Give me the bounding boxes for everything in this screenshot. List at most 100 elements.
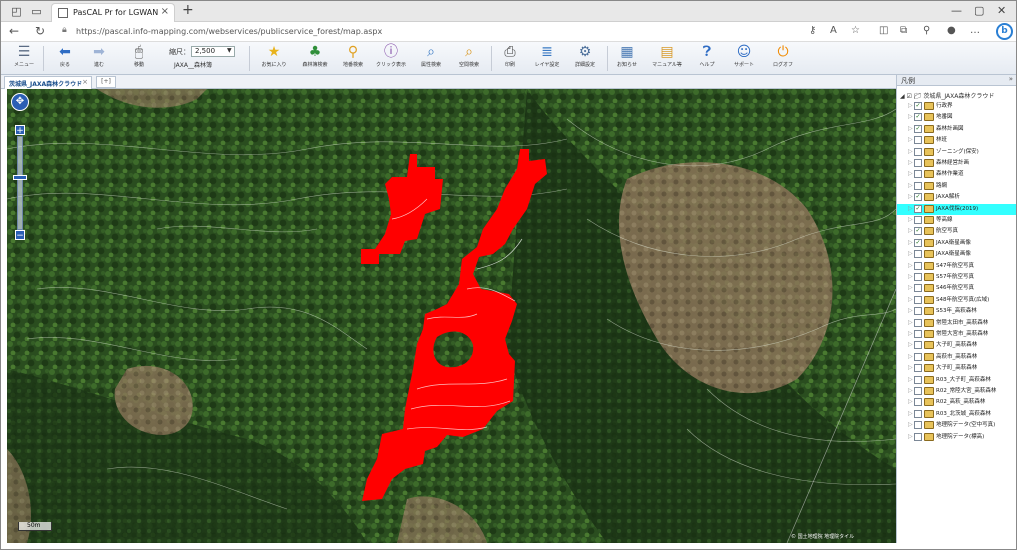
- favorite-star-icon[interactable]: ☆: [851, 25, 860, 36]
- layer-checkbox[interactable]: ✓: [914, 204, 922, 213]
- detail-settings-button[interactable]: ⚙ 詳細設定: [569, 43, 601, 74]
- expand-icon[interactable]: ▷: [908, 262, 913, 270]
- move-button[interactable]: 🖱︎ 移動: [125, 43, 153, 74]
- expand-icon[interactable]: ▷: [908, 125, 913, 133]
- split-screen-icon[interactable]: ◫: [879, 25, 888, 36]
- read-aloud-icon[interactable]: A: [830, 25, 837, 36]
- bing-icon[interactable]: b: [996, 23, 1013, 40]
- spatial-search-button[interactable]: ⌕ 空間検索: [453, 43, 485, 74]
- extensions-icon[interactable]: ⚲: [923, 25, 930, 36]
- legend-layer-item[interactable]: ▷ S53年_高萩森林: [897, 306, 1016, 317]
- layer-checkbox[interactable]: [914, 318, 922, 327]
- legend-layer-item[interactable]: ▷ 常陸大宮市_高萩森林: [897, 329, 1016, 340]
- expand-icon[interactable]: ▷: [908, 239, 913, 247]
- attribute-search-button[interactable]: ⌕ 属性検索: [415, 43, 447, 74]
- layer-checkbox[interactable]: [914, 387, 922, 395]
- legend-layer-item[interactable]: ▷ 森林経営計画: [897, 158, 1016, 169]
- new-tab-button[interactable]: +: [182, 2, 194, 18]
- expand-icon[interactable]: ▷: [908, 353, 913, 361]
- layer-checkbox[interactable]: ✓: [914, 227, 922, 236]
- chevron-down-icon[interactable]: ▼: [227, 47, 232, 54]
- url-field[interactable]: 🔒︎ https://pascal.info-mapping.com/webse…: [57, 25, 832, 40]
- layer-checkbox[interactable]: ✓: [914, 102, 922, 110]
- forward-button[interactable]: ➡ 進む: [85, 43, 113, 74]
- click-display-button[interactable]: ⓘ クリック表示: [373, 43, 409, 74]
- legend-layer-item[interactable]: ▷ 等高線: [897, 215, 1016, 226]
- legend-layer-item[interactable]: ▷ 地理院データ(標高): [897, 432, 1016, 443]
- tab-map-active[interactable]: 茨城県_JAXA森林クラウド ×: [4, 76, 92, 89]
- zoom-out-button[interactable]: −: [15, 230, 25, 241]
- collapse-panel-icon[interactable]: »: [1009, 75, 1013, 83]
- legend-layer-item[interactable]: ▷ S48年航空写真(広域): [897, 295, 1016, 306]
- lot-search-button[interactable]: ⚲ 地番検索: [337, 43, 369, 74]
- layer-checkbox[interactable]: [914, 284, 922, 293]
- expand-icon[interactable]: ▷: [908, 250, 913, 258]
- close-window-icon[interactable]: ✕: [997, 4, 1006, 17]
- expand-icon[interactable]: ▷: [908, 421, 913, 429]
- notice-button[interactable]: ▦ お知らせ: [613, 43, 641, 74]
- expand-icon[interactable]: ▷: [908, 113, 913, 121]
- layer-checkbox[interactable]: [914, 147, 922, 156]
- layer-checkbox[interactable]: [914, 261, 922, 270]
- more-icon[interactable]: …: [970, 25, 980, 36]
- map-canvas[interactable]: [7, 89, 896, 543]
- logoff-button[interactable]: ⏻ ログオフ: [769, 43, 797, 74]
- expand-icon[interactable]: ▷: [908, 284, 913, 292]
- layer-checkbox[interactable]: [914, 409, 922, 418]
- legend-layer-item[interactable]: ▷ ✓ 行政界: [897, 101, 1016, 112]
- key-icon[interactable]: ⚷: [809, 25, 816, 36]
- legend-layer-item[interactable]: ▷ R03_北茨城_高萩森林: [897, 409, 1016, 420]
- expand-icon[interactable]: ▷: [908, 398, 913, 406]
- browser-back-icon[interactable]: ←: [9, 24, 19, 38]
- legend-layer-item[interactable]: ▷ ✓ JAXA衛星画像: [897, 238, 1016, 249]
- layer-checkbox[interactable]: [914, 341, 922, 350]
- expand-icon[interactable]: ▷: [908, 182, 913, 190]
- layer-checkbox[interactable]: ✓: [914, 238, 922, 247]
- layer-checkbox[interactable]: [914, 216, 922, 224]
- layer-checkbox[interactable]: [914, 159, 922, 167]
- expand-icon[interactable]: ▷: [908, 330, 913, 338]
- account-icon[interactable]: ●: [947, 25, 956, 36]
- close-icon[interactable]: ×: [82, 78, 88, 86]
- minimize-icon[interactable]: —: [951, 4, 962, 17]
- refresh-icon[interactable]: ↻: [35, 24, 45, 38]
- legend-layer-item[interactable]: ▷ S46年航空写真: [897, 283, 1016, 294]
- expand-icon[interactable]: ▷: [908, 148, 913, 156]
- expand-icon[interactable]: ▷: [908, 387, 913, 395]
- legend-layer-item[interactable]: ▷ R03_大子町_高萩森林: [897, 375, 1016, 386]
- layer-checkbox[interactable]: ✓: [914, 113, 922, 122]
- expand-icon[interactable]: ▷: [908, 319, 913, 327]
- legend-layer-item[interactable]: ▷ R02_高萩_高萩森林: [897, 397, 1016, 408]
- print-button[interactable]: ⎙ 印刷: [497, 43, 523, 74]
- layer-checkbox[interactable]: [914, 250, 922, 259]
- expand-icon[interactable]: ▷: [908, 136, 913, 144]
- expand-icon[interactable]: ▷: [908, 410, 913, 418]
- legend-layer-item[interactable]: ▷ JAXA衛星画像: [897, 249, 1016, 260]
- forest-register-search-button[interactable]: ♣ 森林簿検索: [297, 43, 333, 74]
- zoom-slider-handle[interactable]: [13, 175, 27, 180]
- layer-checkbox[interactable]: [914, 364, 922, 373]
- expand-icon[interactable]: ▷: [908, 433, 913, 441]
- layer-checkbox[interactable]: [914, 352, 922, 361]
- legend-layer-item[interactable]: ▷ 大子町_高萩森林: [897, 363, 1016, 374]
- browser-tab[interactable]: PasCAL Pr for LGWAN ×: [51, 3, 175, 23]
- legend-layer-item[interactable]: ▷ ✓ 航空写真: [897, 226, 1016, 237]
- menu-button[interactable]: ☰ メニュー: [9, 43, 39, 74]
- legend-layer-item[interactable]: ▷ 地理院データ(空中写真): [897, 420, 1016, 431]
- layer-checkbox[interactable]: [914, 273, 922, 281]
- legend-layer-item[interactable]: ▷ 林班: [897, 135, 1016, 146]
- maximize-icon[interactable]: ▢: [974, 4, 984, 17]
- expand-icon[interactable]: ▷: [908, 193, 913, 201]
- close-tab-icon[interactable]: ×: [161, 6, 169, 17]
- layer-checkbox[interactable]: [914, 295, 922, 304]
- layer-settings-button[interactable]: ≣ レイヤ設定: [531, 43, 563, 74]
- expand-icon[interactable]: ▷: [908, 296, 913, 304]
- legend-layer-item[interactable]: ▷ ゾーニング(保安): [897, 147, 1016, 158]
- expand-icon[interactable]: ▷: [908, 159, 913, 167]
- layer-checkbox[interactable]: [914, 398, 922, 407]
- pan-control-icon[interactable]: ✥: [11, 93, 29, 111]
- expand-icon[interactable]: ▷: [908, 376, 913, 384]
- expand-icon[interactable]: ▷: [908, 205, 913, 213]
- legend-layer-item[interactable]: ▷ R02_常陸大宮_高萩森林: [897, 386, 1016, 397]
- layer-checkbox[interactable]: [914, 170, 922, 179]
